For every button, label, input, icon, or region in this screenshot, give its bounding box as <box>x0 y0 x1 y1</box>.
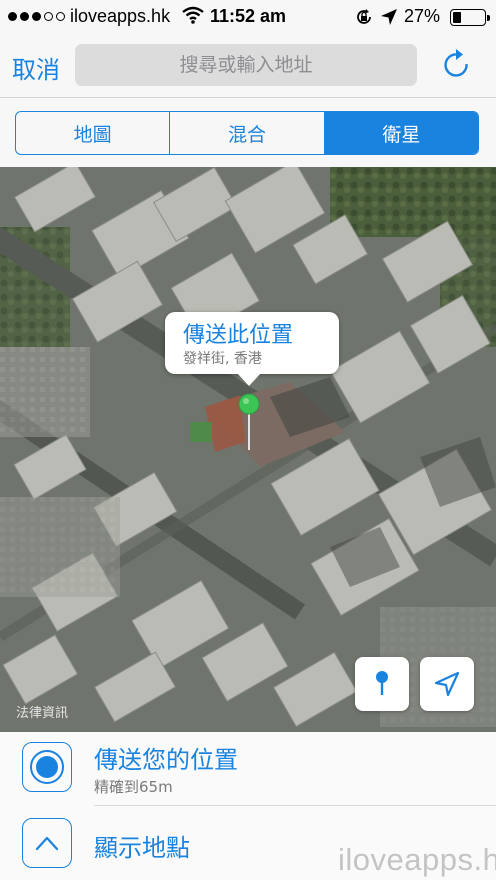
callout-title: 傳送此位置 <box>183 323 294 348</box>
location-callout[interactable]: 傳送此位置 發祥街, 香港 <box>165 312 339 386</box>
watermark: iloveapps.hk <box>338 842 496 877</box>
status-bar: iloveapps.hk 11:52 am 27% <box>0 0 496 34</box>
segment-satellite[interactable]: 衛星 <box>323 112 478 154</box>
satellite-map[interactable]: 傳送此位置 發祥街, 香港 法律資訊 <box>0 167 496 732</box>
legal-link[interactable]: 法律資訊 <box>16 702 68 721</box>
map-pin-icon[interactable] <box>237 392 261 452</box>
location-services-icon <box>381 9 397 25</box>
current-location-icon-box <box>22 742 72 792</box>
location-actions: 傳送您的位置 精確到65m 顯示地點 iloveapps.hk <box>0 732 496 880</box>
drop-pin-icon <box>376 671 388 695</box>
drop-pin-button[interactable] <box>355 657 409 711</box>
callout-address: 發祥街, 香港 <box>183 351 262 367</box>
battery-percentage: 27% <box>404 6 441 26</box>
accuracy-text: 精確到65m <box>94 778 173 796</box>
send-current-location-row[interactable]: 傳送您的位置 精確到65m <box>0 732 496 806</box>
location-arrow-icon <box>434 671 460 697</box>
nav-bar: 取消 <box>0 34 496 98</box>
current-location-button[interactable] <box>420 657 474 711</box>
cancel-button[interactable]: 取消 <box>12 50 60 85</box>
chevron-up-icon <box>35 836 59 851</box>
map-type-segmented-control: 地圖 混合 衛星 <box>15 111 479 155</box>
segment-map[interactable]: 地圖 <box>16 112 169 154</box>
chevron-icon-box <box>22 818 72 868</box>
search-input[interactable] <box>75 44 417 86</box>
map-type-bar: 地圖 混合 衛星 <box>0 99 496 167</box>
current-location-icon <box>30 750 64 784</box>
rotation-lock-icon <box>357 9 371 24</box>
segment-hybrid[interactable]: 混合 <box>169 112 323 154</box>
refresh-icon[interactable] <box>440 46 474 84</box>
show-places-title: 顯示地點 <box>94 834 190 862</box>
battery-fill <box>453 12 461 23</box>
battery-icon <box>450 9 490 26</box>
send-location-title: 傳送您的位置 <box>94 746 238 774</box>
